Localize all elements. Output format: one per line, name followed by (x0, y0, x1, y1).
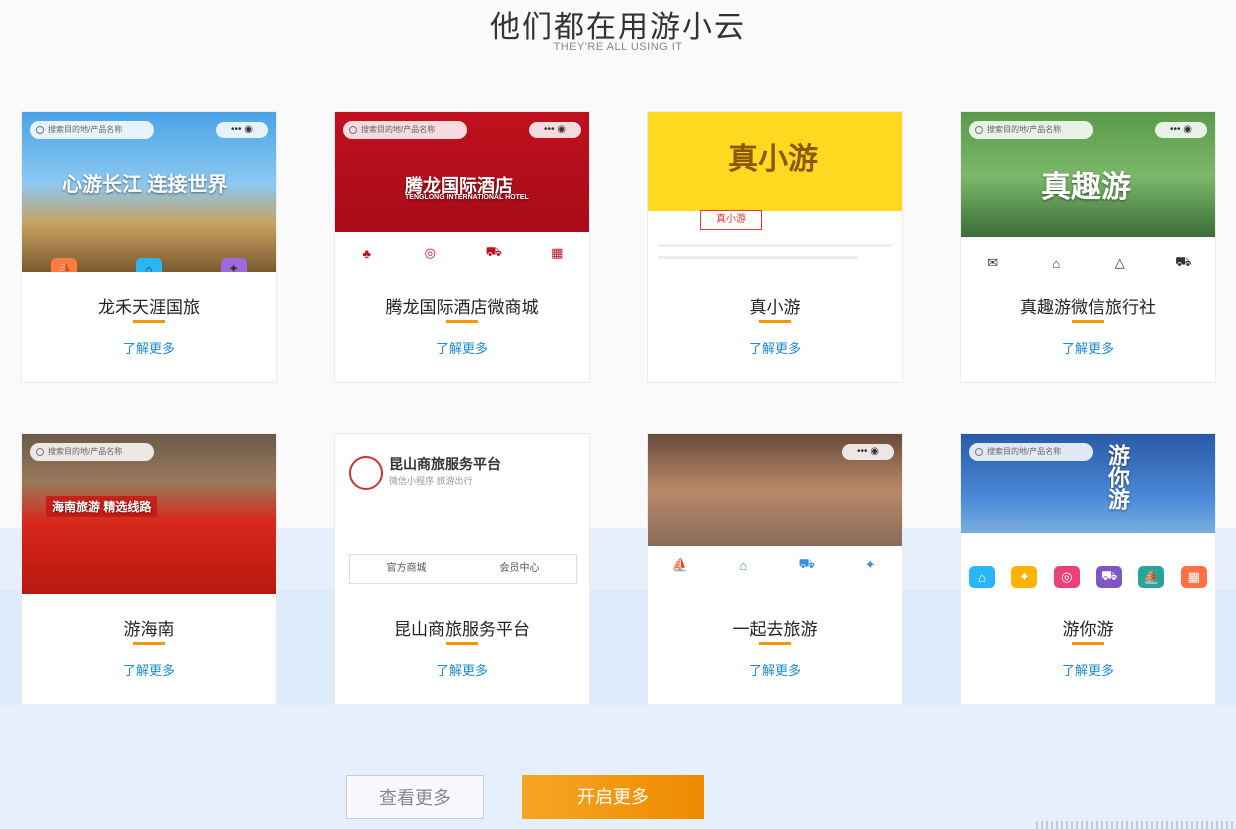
banner-subtext: TENGLONG INTERNATIONAL HOTEL (405, 194, 529, 201)
more-icon: ••• ◉ (216, 122, 268, 138)
search-bar: 搜索目的地/产品名称 (969, 121, 1093, 139)
more-icon: ••• ◉ (529, 122, 581, 138)
card-title: 真小游 (749, 298, 801, 317)
card-title: 一起去旅游 (732, 620, 818, 639)
card-title: 昆山商旅服务平台 (394, 620, 530, 639)
learn-more-link[interactable]: 了解更多 (648, 660, 902, 679)
learn-more-link[interactable]: 了解更多 (335, 338, 589, 357)
page-title: 他们都在用游小云 (490, 11, 746, 44)
search-bar: 搜索目的地/产品名称 (30, 121, 154, 139)
action-bar: 官方商城 会员中心 (349, 554, 577, 584)
learn-more-link[interactable]: 了解更多 (22, 660, 276, 679)
client-card[interactable]: 搜索目的地/产品名称 ••• ◉ 真趣游 ✉ ⌂ △ ⛟ 真趣游微信旅行社 了解… (961, 112, 1215, 382)
learn-more-link[interactable]: 了解更多 (22, 338, 276, 357)
banner-text: 心游长江 连接世界 (62, 174, 228, 196)
card-thumbnail: 搜索目的地/产品名称 ••• ◉ 腾龙国际酒店 TENGLONG INTERNA… (335, 112, 589, 272)
card-thumbnail: 搜索目的地/产品名称 游你游 ⌂ ✦ ◎ ⛟ ⛵ ▦ (961, 434, 1215, 594)
tour-icon: ⛵ (1138, 566, 1165, 588)
banner-text: 真小游 (728, 143, 818, 176)
client-card[interactable]: 搜索目的地/产品名称 ••• ◉ 心游长江 连接世界 ⛵ ⌂ ✦ 龙禾天涯国旅 … (22, 112, 276, 382)
banner-text: 真趣游 (1041, 171, 1131, 204)
card-thumbnail: 搜索目的地/产品名称 海南旅游 精选线路 (22, 434, 276, 594)
card-thumbnail: 昆山商旅服务平台 微信小程序 旅游出行 官方商城 会员中心 (335, 434, 589, 594)
banner-text: 昆山商旅服务平台 (389, 456, 501, 472)
ticket-icon: ✦ (220, 258, 247, 272)
hotel-icon: ⌂ (739, 557, 748, 573)
car-icon: ⛟ (798, 556, 815, 571)
page-subtitle: THEY'RE ALL USING IT (553, 41, 683, 53)
client-card[interactable]: 真小游 真小游 真小游 了解更多 (648, 112, 902, 382)
category-icons: ✉ ⌂ △ ⛟ (961, 252, 1215, 272)
card-title: 游你游 (1062, 620, 1114, 639)
ticket-icon: ✦ (1011, 566, 1038, 588)
hotel-icon: ⌂ (135, 258, 162, 272)
search-bar: 搜索目的地/产品名称 (343, 121, 467, 139)
client-card[interactable]: 搜索目的地/产品名称 ••• ◉ 腾龙国际酒店 TENGLONG INTERNA… (335, 112, 589, 382)
tour-icon: ⛵ (671, 557, 688, 572)
shop-icon: ▦ (551, 245, 564, 260)
room-icon: ♣ (362, 245, 372, 261)
banner-text: 游你游 (1105, 444, 1130, 510)
card-thumbnail: 搜索目的地/产品名称 ••• ◉ 心游长江 连接世界 ⛵ ⌂ ✦ (22, 112, 276, 272)
category-icons: ♣ ◎ ⛟ ▦ (335, 242, 589, 264)
title-underline (759, 642, 791, 645)
category-icons: ⛵ ⌂ ✦ (22, 258, 276, 272)
view-more-button[interactable]: 查看更多 (346, 775, 484, 819)
shop-icon: ▦ (1180, 566, 1207, 588)
more-icon: ••• ◉ (1155, 122, 1207, 138)
title-underline (1072, 320, 1104, 323)
card-thumbnail: ••• ◉ ⛵ ⌂ ⛟ ✦ (648, 434, 902, 594)
food-icon: ◎ (1053, 566, 1080, 588)
food-icon: ◎ (424, 245, 436, 260)
card-title: 真趣游微信旅行社 (1020, 298, 1156, 317)
client-card[interactable]: 搜索目的地/产品名称 海南旅游 精选线路 游海南 了解更多 (22, 434, 276, 704)
learn-more-link[interactable]: 了解更多 (648, 338, 902, 357)
title-underline (446, 320, 478, 323)
title-underline (1072, 642, 1104, 645)
card-title: 腾龙国际酒店微商城 (385, 298, 539, 317)
more-icon: ••• ◉ (842, 444, 894, 460)
learn-more-link[interactable]: 了解更多 (961, 338, 1215, 357)
hotel-icon: ⌂ (969, 566, 996, 588)
brand-logo: 真小游 (700, 210, 762, 230)
card-thumbnail: 真小游 真小游 (648, 112, 902, 272)
hotel-icon: ⌂ (1052, 255, 1061, 271)
logo-icon (349, 456, 383, 490)
title-underline (446, 642, 478, 645)
category-icons: ⌂ ✦ ◎ ⛟ ⛵ ▦ (961, 566, 1215, 588)
decorative-pattern (1036, 821, 1236, 829)
ticket-icon: ✦ (864, 557, 876, 572)
banner-subtext: 微信小程序 旅游出行 (389, 476, 473, 486)
search-bar: 搜索目的地/产品名称 (969, 443, 1093, 461)
card-thumbnail: 搜索目的地/产品名称 ••• ◉ 真趣游 ✉ ⌂ △ ⛟ (961, 112, 1215, 272)
open-more-button[interactable]: 开启更多 (522, 775, 704, 819)
client-card[interactable]: 搜索目的地/产品名称 游你游 ⌂ ✦ ◎ ⛟ ⛵ ▦ 游你游 了解更多 (961, 434, 1215, 704)
car-icon: ⛟ (1096, 566, 1123, 588)
banner-text: 海南旅游 精选线路 (46, 496, 158, 517)
title-underline (133, 642, 165, 645)
client-card[interactable]: 昆山商旅服务平台 微信小程序 旅游出行 官方商城 会员中心 昆山商旅服务平台 了… (335, 434, 589, 704)
car-icon: ⛟ (1175, 254, 1192, 269)
car-icon: ⛟ (485, 244, 502, 259)
card-title: 龙禾天涯国旅 (98, 298, 200, 317)
learn-more-link[interactable]: 了解更多 (961, 660, 1215, 679)
category-icons: ⛵ ⌂ ⛟ ✦ (648, 554, 902, 576)
title-underline (133, 320, 165, 323)
tour-icon: ⛵ (51, 258, 78, 272)
client-card[interactable]: ••• ◉ ⛵ ⌂ ⛟ ✦ 一起去旅游 了解更多 (648, 434, 902, 704)
mountain-icon: △ (1114, 255, 1125, 270)
card-title: 游海南 (123, 620, 175, 639)
search-bar: 搜索目的地/产品名称 (30, 443, 154, 461)
learn-more-link[interactable]: 了解更多 (335, 660, 589, 679)
title-underline (759, 320, 791, 323)
ticket-icon: ✉ (987, 255, 999, 270)
